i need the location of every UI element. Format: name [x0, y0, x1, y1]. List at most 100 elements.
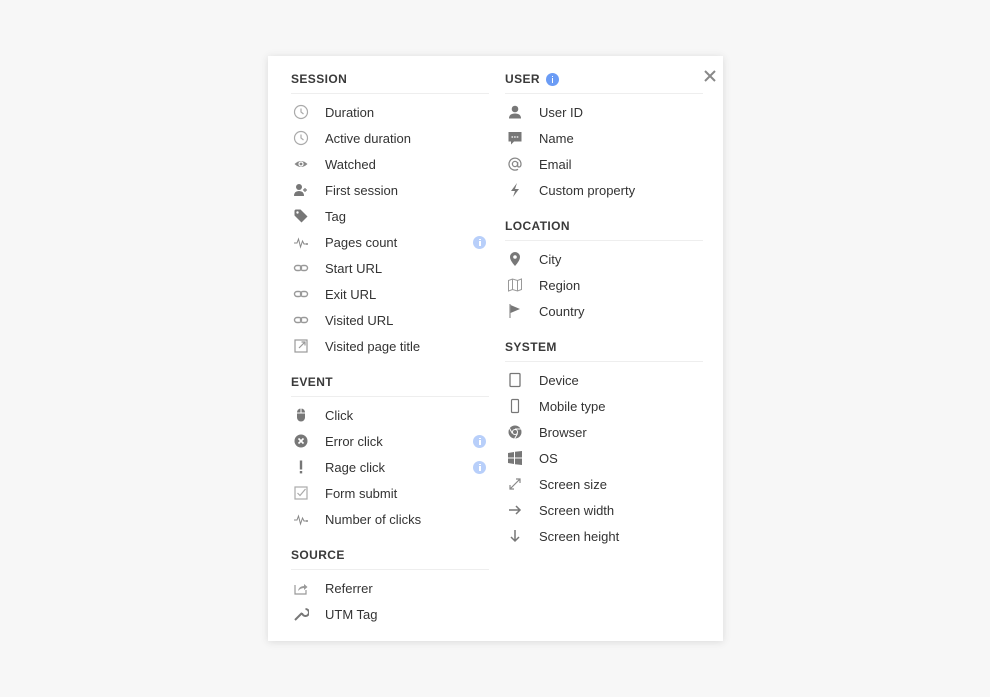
- filter-option-name[interactable]: Name: [505, 125, 703, 151]
- section-source: SOURCE Referrer UTM Tag: [291, 548, 489, 627]
- filter-option-rage-click[interactable]: Rage click: [291, 454, 489, 480]
- filter-option-label: Rage click: [325, 459, 385, 475]
- filter-option-utm-tag[interactable]: UTM Tag: [291, 601, 489, 627]
- filter-option-pages-count[interactable]: Pages count: [291, 229, 489, 255]
- filter-option-label: Referrer: [325, 580, 373, 596]
- filter-option-tag[interactable]: Tag: [291, 203, 489, 229]
- link-icon: [291, 310, 311, 330]
- map-pin-icon: [505, 249, 525, 269]
- section-header: EVENT: [291, 375, 489, 397]
- exclamation-icon: [291, 457, 311, 477]
- section-header: LOCATION: [505, 219, 703, 241]
- filter-option-number-of-clicks[interactable]: Number of clicks: [291, 506, 489, 532]
- person-add-icon: [291, 180, 311, 200]
- filter-option-duration[interactable]: Duration: [291, 99, 489, 125]
- filter-option-email[interactable]: Email: [505, 151, 703, 177]
- wrench-icon: [291, 604, 311, 624]
- filter-option-device[interactable]: Device: [505, 367, 703, 393]
- arrow-right-icon: [505, 500, 525, 520]
- section-title: EVENT: [291, 375, 334, 389]
- link-icon: [291, 284, 311, 304]
- filter-option-label: Screen height: [539, 528, 620, 544]
- section-location: LOCATION City Region Country: [505, 219, 703, 324]
- info-icon[interactable]: [473, 434, 486, 448]
- filter-option-browser[interactable]: Browser: [505, 419, 703, 445]
- section-title: SESSION: [291, 72, 348, 86]
- filter-option-start-url[interactable]: Start URL: [291, 255, 489, 281]
- filter-option-mobile-type[interactable]: Mobile type: [505, 393, 703, 419]
- error-circle-icon: [291, 431, 311, 451]
- filter-option-os[interactable]: OS: [505, 445, 703, 471]
- filter-option-form-submit[interactable]: Form submit: [291, 480, 489, 506]
- filter-option-label: Tag: [325, 208, 346, 224]
- filter-option-referrer[interactable]: Referrer: [291, 575, 489, 601]
- clock-icon: [291, 128, 311, 148]
- tablet-icon: [505, 370, 525, 390]
- filter-option-label: Visited URL: [325, 312, 394, 328]
- filter-option-click[interactable]: Click: [291, 402, 489, 428]
- filter-option-region[interactable]: Region: [505, 272, 703, 298]
- filter-option-label: Pages count: [325, 234, 398, 250]
- filter-option-label: Exit URL: [325, 286, 377, 302]
- filter-option-exit-url[interactable]: Exit URL: [291, 281, 489, 307]
- filter-option-error-click[interactable]: Error click: [291, 428, 489, 454]
- filter-option-user-id[interactable]: User ID: [505, 99, 703, 125]
- filter-option-label: Number of clicks: [325, 511, 422, 527]
- info-icon[interactable]: [545, 72, 559, 86]
- filter-option-label: Error click: [325, 433, 383, 449]
- filter-option-first-session[interactable]: First session: [291, 177, 489, 203]
- info-icon[interactable]: [473, 235, 486, 249]
- link-icon: [291, 258, 311, 278]
- filter-option-label: Visited page title: [325, 338, 421, 354]
- share-icon: [291, 578, 311, 598]
- filter-option-label: Custom property: [539, 182, 636, 198]
- comment-icon: [505, 128, 525, 148]
- right-column: USER User ID Name Email Custom property LOCAT…: [505, 56, 703, 549]
- section-session: SESSION Duration Active duration Watched Fir…: [291, 72, 489, 359]
- filter-option-label: City: [539, 251, 562, 267]
- filter-option-screen-height[interactable]: Screen height: [505, 523, 703, 549]
- filter-option-visited-url[interactable]: Visited URL: [291, 307, 489, 333]
- phone-icon: [505, 396, 525, 416]
- filter-option-watched[interactable]: Watched: [291, 151, 489, 177]
- filter-option-label: UTM Tag: [325, 606, 378, 622]
- checkbox-icon: [291, 483, 311, 503]
- filter-option-country[interactable]: Country: [505, 298, 703, 324]
- arrow-down-icon: [505, 526, 525, 546]
- resize-icon: [505, 474, 525, 494]
- filter-option-active-duration[interactable]: Active duration: [291, 125, 489, 151]
- filter-option-label: Form submit: [325, 485, 398, 501]
- filter-option-visited-page-title[interactable]: Visited page title: [291, 333, 489, 359]
- filter-option-screen-width[interactable]: Screen width: [505, 497, 703, 523]
- section-header: USER: [505, 72, 703, 94]
- filter-option-custom-property[interactable]: Custom property: [505, 177, 703, 203]
- info-icon[interactable]: [473, 460, 486, 474]
- person-icon: [505, 102, 525, 122]
- filter-option-city[interactable]: City: [505, 246, 703, 272]
- pulse-icon: [291, 509, 311, 529]
- section-header: SOURCE: [291, 548, 489, 570]
- section-title: SYSTEM: [505, 340, 557, 354]
- tag-icon: [291, 206, 311, 226]
- filter-option-label: Country: [539, 303, 585, 319]
- clock-icon: [291, 102, 311, 122]
- filter-option-screen-size[interactable]: Screen size: [505, 471, 703, 497]
- filter-option-label: Active duration: [325, 130, 411, 146]
- windows-icon: [505, 448, 525, 468]
- filter-option-label: Mobile type: [539, 398, 606, 414]
- section-system: SYSTEM Device Mobile type Browser OS Screen s…: [505, 340, 703, 549]
- close-icon: [704, 70, 716, 82]
- section-title: LOCATION: [505, 219, 570, 233]
- mouse-icon: [291, 405, 311, 425]
- section-event: EVENT Click Error click Rage click Form subm…: [291, 375, 489, 532]
- filter-option-label: Screen size: [539, 476, 607, 492]
- section-header: SESSION: [291, 72, 489, 94]
- filter-option-label: Click: [325, 407, 354, 423]
- external-link-icon: [291, 336, 311, 356]
- at-icon: [505, 154, 525, 174]
- close-button[interactable]: [702, 68, 718, 84]
- filter-option-label: Watched: [325, 156, 376, 172]
- left-column: SESSION Duration Active duration Watched Fir…: [291, 56, 489, 627]
- filter-option-label: Name: [539, 130, 574, 146]
- map-icon: [505, 275, 525, 295]
